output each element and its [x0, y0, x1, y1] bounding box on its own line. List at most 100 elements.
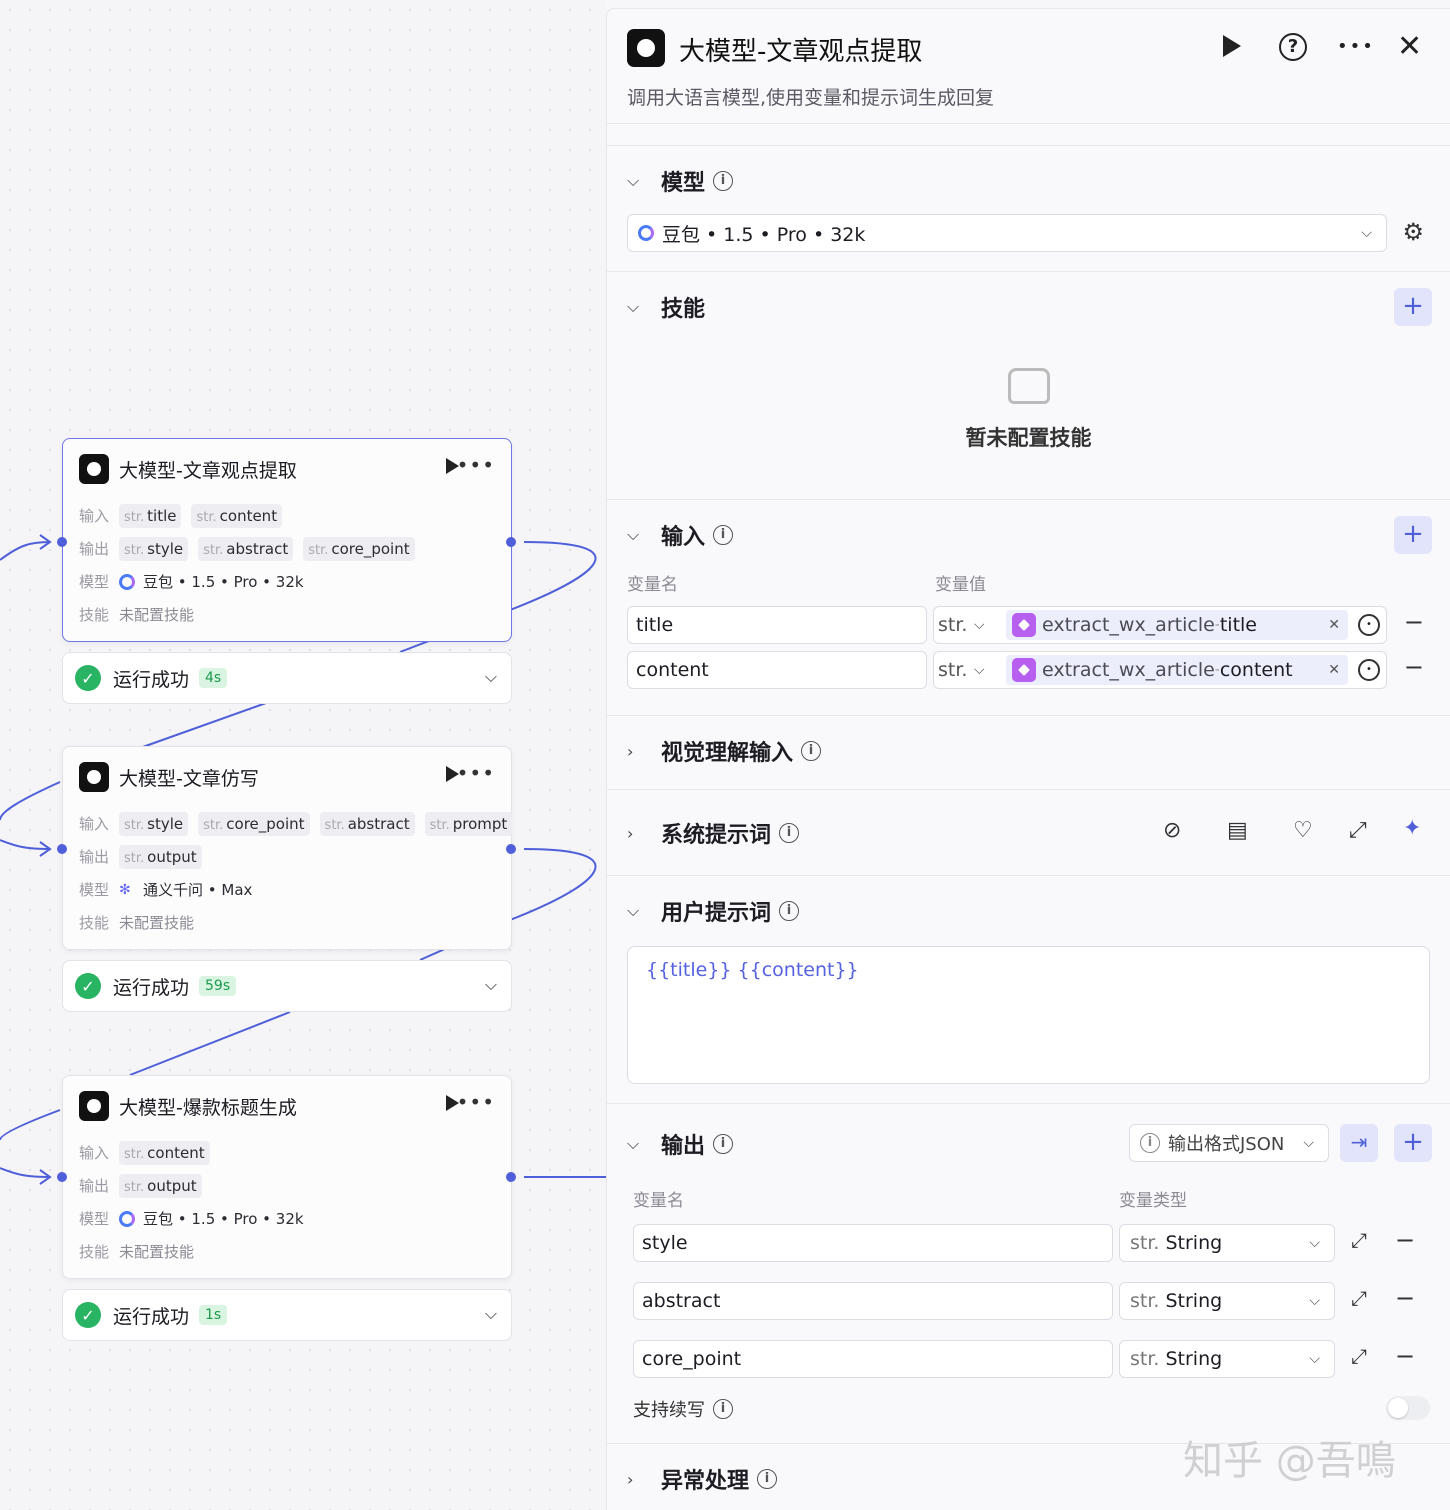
variable-picker-icon[interactable]: • — [1358, 614, 1380, 636]
input-var-value[interactable]: str. ⌵ extract_wx_article - content ✕ • — [933, 651, 1387, 689]
section-header[interactable]: ⌵ 输入 i — [607, 500, 1450, 570]
column-header: 变量名 — [633, 1191, 684, 1211]
section-header[interactable]: ⌵ 技能 — [607, 272, 1450, 342]
output-port[interactable] — [506, 844, 516, 854]
output-var-name[interactable]: style — [633, 1224, 1113, 1262]
input-port[interactable] — [57, 844, 67, 854]
node-viral-title[interactable]: 大模型-爆款标题生成 ••• 输入 str. content 输出 str. out… — [62, 1075, 512, 1279]
output-format-select[interactable]: i 输出格式JSON ⌵ — [1129, 1124, 1329, 1162]
chevron-right-icon[interactable]: › — [627, 824, 661, 843]
info-icon[interactable]: i — [713, 1134, 734, 1154]
column-header: 变量值 — [935, 575, 986, 595]
chevron-down-icon[interactable]: ⌵ — [485, 975, 497, 995]
library-icon[interactable]: ▤ — [1227, 818, 1248, 843]
output-var-type[interactable]: str. String ⌵ — [1119, 1340, 1335, 1378]
run-status-bar[interactable]: ✓ 运行成功 59s ⌵ — [62, 960, 512, 1012]
workflow-canvas[interactable]: 大模型-文章观点提取 ••• 输入 str. title str. content … — [0, 0, 606, 1510]
info-icon[interactable]: i — [757, 1469, 778, 1489]
run-status-bar[interactable]: ✓ 运行成功 4s ⌵ — [62, 652, 512, 704]
panel-description: 调用大语言模型,使用变量和提示词生成回复 — [627, 87, 995, 109]
info-icon[interactable]: i — [801, 741, 822, 761]
gear-icon[interactable]: ⚙ — [1402, 218, 1424, 246]
input-var-value[interactable]: str. ⌵ extract_wx_article - title ✕ • — [933, 606, 1387, 644]
input-port[interactable] — [57, 1172, 67, 1182]
info-icon[interactable]: i — [779, 823, 800, 843]
more-icon[interactable]: ••• — [457, 1090, 495, 1114]
chevron-right-icon[interactable]: › — [627, 1470, 661, 1489]
output-var-name[interactable]: core_point — [633, 1340, 1113, 1378]
chevron-down-icon[interactable]: ⌵ — [627, 297, 661, 317]
skill-value: 未配置技能 — [119, 914, 195, 932]
help-icon[interactable]: ? — [1279, 33, 1307, 61]
compass-icon[interactable]: ⊘ — [1163, 818, 1181, 843]
section-header[interactable]: ⌵ 模型 i — [607, 146, 1450, 216]
var-reference[interactable]: extract_wx_article - content ✕ — [1006, 655, 1348, 685]
duration-badge: 59s — [199, 976, 237, 996]
doubao-logo-icon — [119, 573, 135, 590]
clear-icon[interactable]: ✕ — [1328, 617, 1340, 633]
plugin-cube-icon — [1012, 613, 1036, 637]
variable-picker-icon[interactable]: • — [1358, 659, 1380, 681]
check-icon: ✓ — [75, 973, 101, 999]
add-input-button[interactable]: + — [1394, 516, 1432, 554]
output-port[interactable] — [506, 1172, 516, 1182]
ai-sparkle-icon[interactable]: ✦ — [1403, 816, 1421, 841]
output-var-type[interactable]: str. String ⌵ — [1119, 1282, 1335, 1320]
type-select[interactable]: str. — [938, 659, 998, 681]
output-var-name[interactable]: abstract — [633, 1282, 1113, 1320]
run-status-bar[interactable]: ✓ 运行成功 1s ⌵ — [62, 1289, 512, 1341]
type-select[interactable]: str. — [938, 614, 998, 636]
import-icon[interactable]: ⇥ — [1340, 1124, 1378, 1162]
info-icon[interactable]: i — [713, 525, 734, 545]
more-icon[interactable]: ••• — [457, 761, 495, 785]
run-icon[interactable] — [1223, 35, 1241, 57]
section-header[interactable]: ⌵ 用户提示词 i — [607, 876, 1450, 946]
input-label: 输入 — [79, 507, 110, 525]
add-output-button[interactable]: + — [1394, 1124, 1432, 1162]
info-icon[interactable]: i — [713, 1399, 733, 1419]
node-article-viewpoint[interactable]: 大模型-文章观点提取 ••• 输入 str. title str. content … — [62, 438, 512, 642]
streaming-toggle[interactable] — [1386, 1396, 1430, 1420]
input-var-name[interactable]: title — [627, 606, 927, 644]
expand-icon[interactable]: ⤢ — [1351, 1286, 1367, 1310]
clear-icon[interactable]: ✕ — [1328, 662, 1340, 678]
section-header[interactable]: › 视觉理解输入 i — [607, 716, 1450, 786]
chevron-right-icon[interactable]: › — [627, 742, 661, 761]
add-skill-button[interactable]: + — [1394, 288, 1432, 326]
remove-output-button[interactable]: − — [1395, 1226, 1415, 1254]
model-select[interactable]: 豆包 • 1.5 • Pro • 32k ⌵ — [627, 214, 1387, 252]
doubao-logo-icon — [119, 1210, 135, 1227]
expand-icon[interactable]: ⤢ — [1349, 818, 1367, 843]
var-reference[interactable]: extract_wx_article - title ✕ — [1006, 610, 1348, 640]
input-var-name[interactable]: content — [627, 651, 927, 689]
expand-icon[interactable]: ⤢ — [1351, 1228, 1367, 1252]
check-icon: ✓ — [75, 665, 101, 691]
lightbulb-icon[interactable]: ♡ — [1293, 818, 1313, 843]
close-icon[interactable]: ✕ — [1397, 32, 1422, 62]
plugin-cube-icon — [1012, 658, 1036, 682]
vision-input-section: › 视觉理解输入 i — [607, 716, 1450, 790]
remove-input-button[interactable]: − — [1404, 608, 1424, 636]
chevron-down-icon[interactable]: ⌵ — [485, 1304, 497, 1324]
remove-output-button[interactable]: − — [1395, 1342, 1415, 1370]
output-var-type[interactable]: str. String ⌵ — [1119, 1224, 1335, 1262]
user-prompt-section: ⌵ 用户提示词 i {{title}} {{content}} — [607, 876, 1450, 1104]
node-article-rewrite[interactable]: 大模型-文章仿写 ••• 输入 str. style str. core_point… — [62, 746, 513, 950]
user-prompt-editor[interactable]: {{title}} {{content}} — [627, 946, 1430, 1084]
info-icon[interactable]: i — [779, 901, 800, 921]
chevron-down-icon[interactable]: ⌵ — [627, 171, 661, 191]
remove-input-button[interactable]: − — [1404, 653, 1424, 681]
output-port[interactable] — [506, 537, 516, 547]
chevron-down-icon[interactable]: ⌵ — [627, 901, 661, 921]
info-icon[interactable]: i — [713, 171, 734, 191]
more-icon[interactable]: ••• — [1337, 33, 1375, 61]
chevron-down-icon[interactable]: ⌵ — [627, 525, 661, 545]
more-icon[interactable]: ••• — [457, 453, 495, 477]
edge — [129, 1011, 291, 1076]
input-port[interactable] — [57, 537, 67, 547]
chevron-down-icon[interactable]: ⌵ — [627, 1134, 661, 1154]
remove-output-button[interactable]: − — [1395, 1284, 1415, 1312]
expand-icon[interactable]: ⤢ — [1351, 1344, 1367, 1368]
section-header[interactable]: › 系统提示词 i — [607, 790, 1450, 876]
chevron-down-icon[interactable]: ⌵ — [485, 667, 497, 687]
